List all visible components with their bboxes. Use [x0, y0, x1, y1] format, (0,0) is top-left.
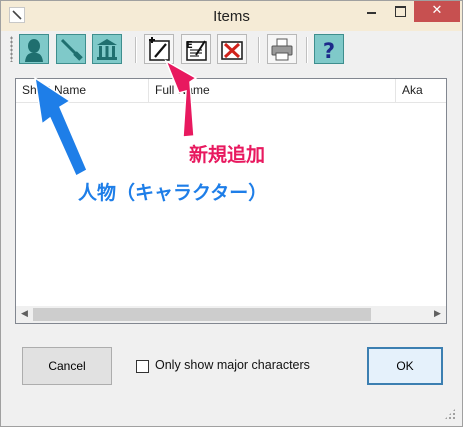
svg-text:E: E: [186, 40, 193, 51]
place-button[interactable]: [92, 34, 122, 64]
print-button[interactable]: [267, 34, 297, 64]
item-button[interactable]: [56, 34, 86, 64]
toolbar-separator: [258, 37, 260, 63]
maximize-button[interactable]: [387, 1, 414, 22]
close-button[interactable]: ✕: [414, 1, 460, 22]
delete-button[interactable]: [217, 34, 247, 64]
close-icon: ✕: [431, 3, 443, 18]
scroll-right-icon[interactable]: ▶: [429, 306, 446, 323]
knife-icon: [60, 38, 83, 61]
toolbar: E ?: [1, 31, 462, 69]
major-characters-label[interactable]: Only show major characters: [155, 358, 310, 372]
printer-icon: [271, 38, 293, 61]
add-new-annotation: 新規追加: [189, 144, 266, 166]
scrollbar-thumb[interactable]: [33, 308, 371, 321]
character-annotation: 人物（キャラクター）: [78, 182, 268, 204]
person-icon: [25, 39, 43, 62]
horizontal-scrollbar[interactable]: ◀ ▶: [16, 306, 446, 323]
cancel-button[interactable]: Cancel: [22, 347, 112, 385]
minimize-button[interactable]: [356, 1, 387, 22]
edit-icon: E: [186, 40, 207, 61]
column-header-aka[interactable]: Aka: [396, 79, 446, 102]
help-button[interactable]: ?: [314, 34, 344, 64]
toolbar-separator: [306, 37, 308, 63]
building-icon: [97, 39, 117, 60]
help-icon: ?: [323, 39, 335, 63]
column-header-full-name[interactable]: Full Name: [149, 79, 396, 102]
list-header: Short Name Full Name Aka: [16, 79, 446, 103]
add-new-icon: [149, 37, 170, 61]
resize-grip[interactable]: [444, 408, 456, 420]
items-window: Items ✕ E ? Short Name Full Name Aka ◀ ▶…: [0, 0, 463, 427]
column-header-short-name[interactable]: Short Name: [16, 79, 149, 102]
toolbar-separator: [135, 37, 137, 63]
toolbar-grip[interactable]: [10, 36, 13, 62]
add-button[interactable]: [144, 34, 174, 64]
title-bar[interactable]: Items ✕: [1, 1, 462, 31]
scroll-left-icon[interactable]: ◀: [16, 306, 33, 323]
svg-text:?: ?: [323, 39, 335, 63]
delete-icon: [221, 41, 243, 60]
major-characters-checkbox[interactable]: [136, 360, 149, 373]
edit-button[interactable]: E: [181, 34, 211, 64]
person-button[interactable]: [19, 34, 49, 64]
ok-button[interactable]: OK: [367, 347, 443, 385]
